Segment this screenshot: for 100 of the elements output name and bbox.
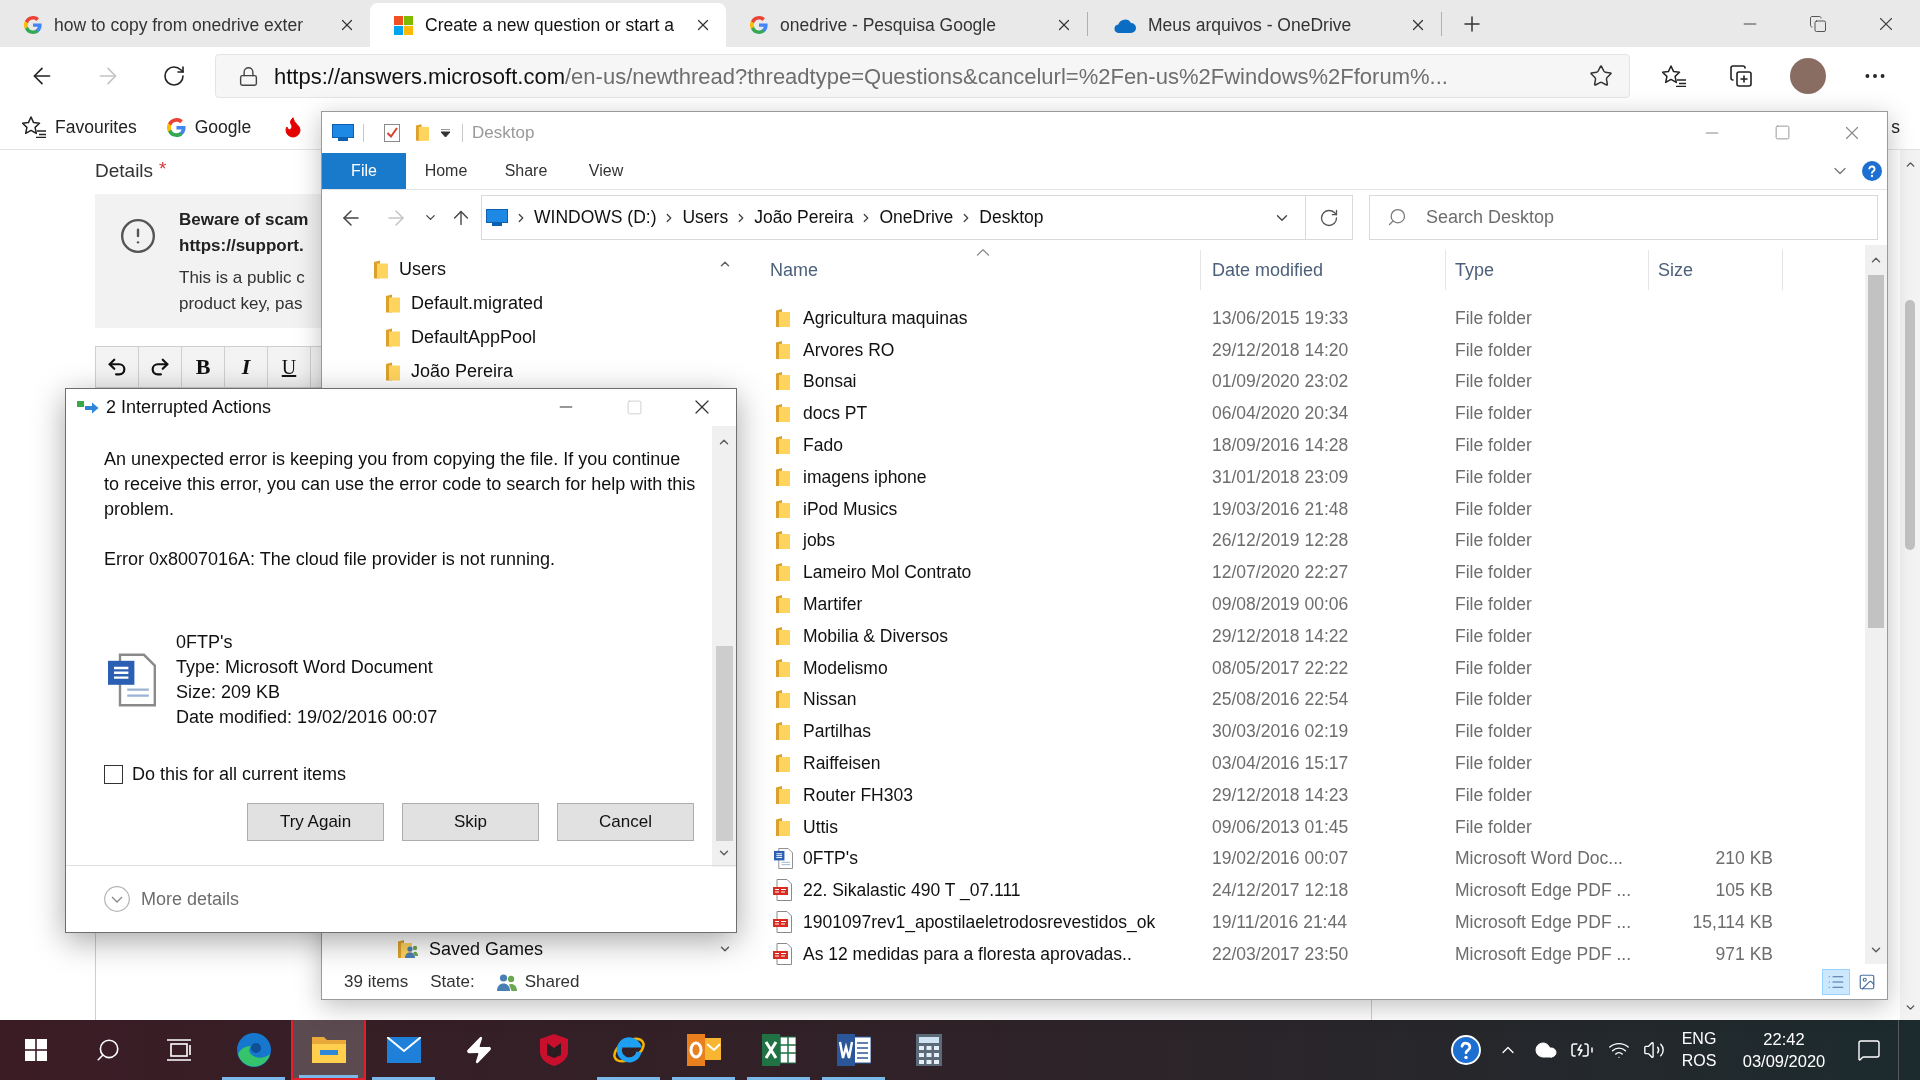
breadcrumb-segment[interactable]: Users (682, 204, 729, 231)
underline-button[interactable]: U (281, 357, 297, 377)
scrollbar-thumb[interactable] (715, 646, 733, 841)
browser-tab[interactable]: Create a new question or start a (370, 3, 726, 47)
scrollbar-track[interactable] (712, 426, 736, 867)
file-name[interactable]: jobs (803, 527, 836, 554)
search-icon[interactable] (95, 1037, 121, 1063)
redo-icon[interactable] (149, 356, 171, 378)
ribbon-tab[interactable]: Home (406, 153, 486, 189)
file-name[interactable]: Modelismo (803, 654, 888, 681)
dialog-button[interactable]: Try Again (247, 803, 384, 841)
more-details-button[interactable]: More details (104, 885, 240, 913)
file-name[interactable]: Router FH303 (803, 781, 913, 808)
italic-button[interactable]: I (241, 356, 251, 378)
file-name[interactable]: 0FTP's (803, 845, 858, 872)
breadcrumb-segment[interactable]: Desktop (979, 204, 1044, 231)
nav-item[interactable]: Default.migrated (322, 286, 713, 320)
caret-icon[interactable] (441, 128, 450, 137)
restore-icon[interactable] (1809, 14, 1827, 33)
ribbon-tab[interactable]: View (566, 153, 646, 189)
column-header[interactable]: Name (766, 250, 1201, 290)
clock-button[interactable]: 22:42 03/09/2020 (1742, 1028, 1826, 1072)
file-name[interactable]: Arvores RO (803, 336, 895, 363)
favourite-link[interactable]: Favourites (22, 113, 137, 141)
collections-icon[interactable] (1728, 64, 1753, 88)
file-name[interactable]: iPod Musics (803, 495, 898, 522)
file-size: 210 KB (1715, 847, 1773, 871)
browser-tab[interactable]: Meus arquivos - OneDrive (1088, 3, 1441, 47)
details-view-button[interactable] (1822, 968, 1850, 995)
file-name[interactable]: Martifer (803, 590, 863, 618)
scrollbar-track[interactable] (1900, 150, 1920, 1020)
breadcrumb-segment[interactable]: WINDOWS (D:) (534, 204, 657, 231)
file-menu-tab[interactable]: File (322, 153, 406, 189)
notice-text: This is a public c product key, pas (179, 267, 306, 315)
browser-tab[interactable]: onedrive - Pesquisa Google (726, 3, 1087, 47)
scrollbar-track[interactable] (1865, 245, 1887, 964)
checkbox-label[interactable]: Do this for all current items (132, 761, 347, 788)
required-mark: * (159, 157, 167, 181)
file-name[interactable]: Partilhas (803, 718, 872, 745)
file-type: File folder (1455, 784, 1532, 805)
pdf-file-icon (773, 911, 793, 934)
file-name[interactable]: 22. Sikalastic 490 T _07.111 (803, 877, 1021, 904)
file-name[interactable]: Bonsai (803, 368, 857, 395)
nav-item[interactable]: DefaultAppPool (322, 320, 713, 354)
nav-item[interactable]: Saved Games (322, 935, 713, 963)
browser-tab[interactable]: how to copy from onedrive exter (0, 3, 370, 47)
file-name[interactable]: As 12 medidas para a floresta aprovadas.. (803, 940, 1132, 967)
column-header[interactable]: Type (1446, 250, 1649, 290)
favourite-link[interactable]: Google (166, 113, 252, 141)
folder-icon (776, 372, 790, 391)
ribbon-tab[interactable]: Share (486, 153, 566, 189)
four-squares-logo-icon (394, 15, 413, 35)
file-name[interactable]: Nissan (803, 686, 857, 713)
file-name[interactable]: Mobilia & Diversos (803, 622, 948, 649)
word-document-icon (108, 653, 156, 707)
avatar[interactable] (1789, 58, 1826, 94)
scrollbar-thumb[interactable] (1905, 300, 1915, 550)
file-name[interactable]: Fado (803, 431, 843, 459)
column-header[interactable]: Size (1649, 250, 1783, 290)
file-date: 09/06/2013 01:45 (1212, 816, 1349, 837)
refresh-icon[interactable] (1319, 207, 1339, 228)
dialog-button[interactable]: Cancel (557, 803, 694, 841)
file-name[interactable]: docs PT (803, 400, 868, 427)
column-header[interactable]: Date modified (1201, 250, 1446, 290)
breadcrumb-segment[interactable]: OneDrive (879, 204, 954, 231)
file-date: 30/03/2016 02:19 (1212, 721, 1349, 742)
input-language-button[interactable]: ENG ROS (1681, 1028, 1717, 1072)
breadcrumb-segment[interactable]: João Pereira (754, 204, 854, 231)
file-name[interactable]: imagens iphone (803, 463, 927, 490)
favourites-star-icon[interactable] (1661, 65, 1686, 87)
file-name[interactable]: 1901097rev1_apostilaeletrodosrevestidos_ok (803, 908, 1156, 936)
task-view-icon[interactable] (167, 1038, 193, 1062)
scrollbar-thumb[interactable] (1868, 275, 1884, 628)
refresh-icon[interactable] (162, 64, 186, 88)
favourite-link[interactable]: s (1891, 113, 1900, 141)
file-name[interactable]: Raiffeisen (803, 749, 881, 777)
shared-state: Shared (524, 970, 580, 993)
undo-icon[interactable] (106, 356, 128, 378)
checklist-icon[interactable] (384, 123, 400, 142)
search-field[interactable]: Search Desktop (1369, 195, 1878, 240)
checkbox[interactable] (104, 765, 123, 784)
nav-item[interactable]: Users (322, 252, 713, 286)
dialog-button[interactable]: Skip (402, 803, 539, 841)
volume-icon[interactable] (1643, 1039, 1665, 1061)
folder-icon (776, 404, 790, 423)
add-favourite-icon[interactable] (1589, 64, 1613, 88)
start-icon[interactable] (25, 1039, 47, 1061)
help-icon[interactable] (1451, 1035, 1481, 1065)
bold-button[interactable]: B (195, 356, 211, 378)
address-bar[interactable]: WINDOWS (D:) Users João Pereira OneDrive Desktop (481, 195, 1306, 240)
address-field[interactable]: https://answers.microsoft.com/en-us/newthread?threadtype=Questions&cancelurl=%2Fen-us%2Fwindows%2Fforum%... (215, 54, 1630, 98)
word-file-icon (773, 847, 793, 869)
file-name[interactable]: Uttis (803, 813, 838, 840)
file-name[interactable]: Agricultura maquinas (803, 304, 968, 331)
file-date: 06/04/2020 20:34 (1212, 403, 1349, 424)
notifications-icon[interactable] (1857, 1038, 1881, 1062)
file-date: 09/08/2019 00:06 (1212, 593, 1349, 614)
file-name[interactable]: Lameiro Mol Contrato (803, 559, 972, 586)
file-type: Microsoft Edge PDF ... (1455, 911, 1632, 932)
nav-item[interactable]: João Pereira (322, 354, 713, 388)
